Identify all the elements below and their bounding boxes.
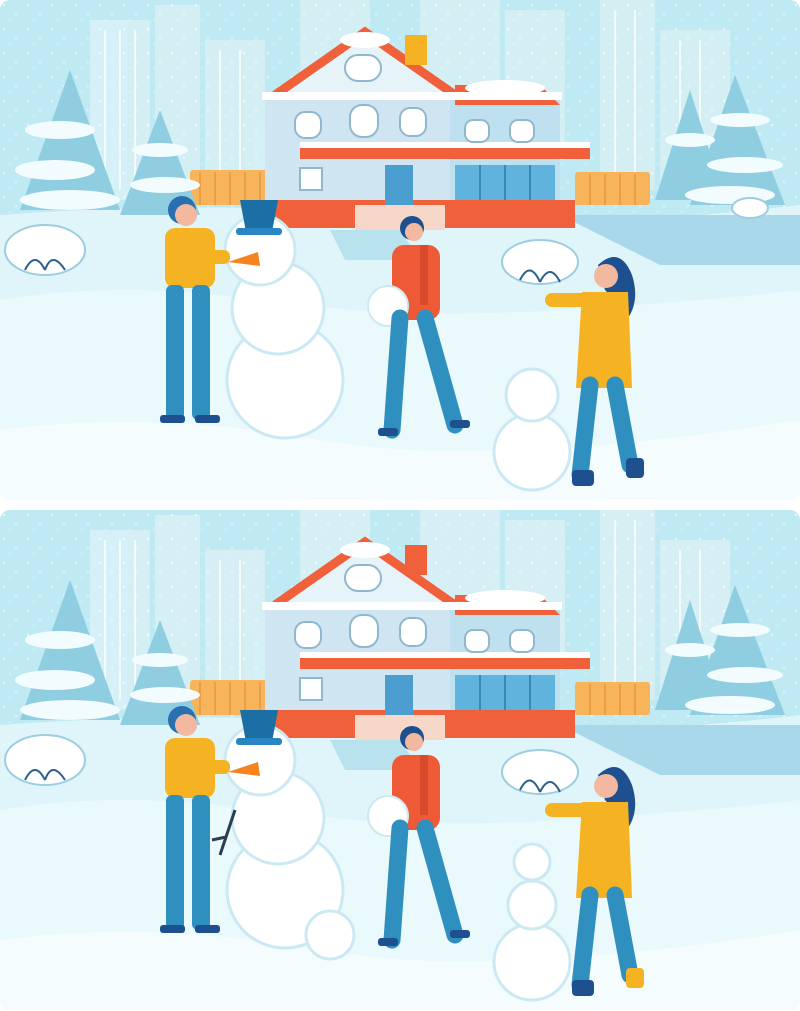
yellow-boot (626, 968, 644, 988)
chimney (405, 545, 427, 575)
extra-snowball (304, 909, 356, 961)
original-scene-panel[interactable] (0, 0, 800, 500)
modified-scene-panel[interactable] (0, 510, 800, 1010)
winter-scene-original (0, 0, 800, 500)
winter-scene-modified (0, 510, 800, 1010)
